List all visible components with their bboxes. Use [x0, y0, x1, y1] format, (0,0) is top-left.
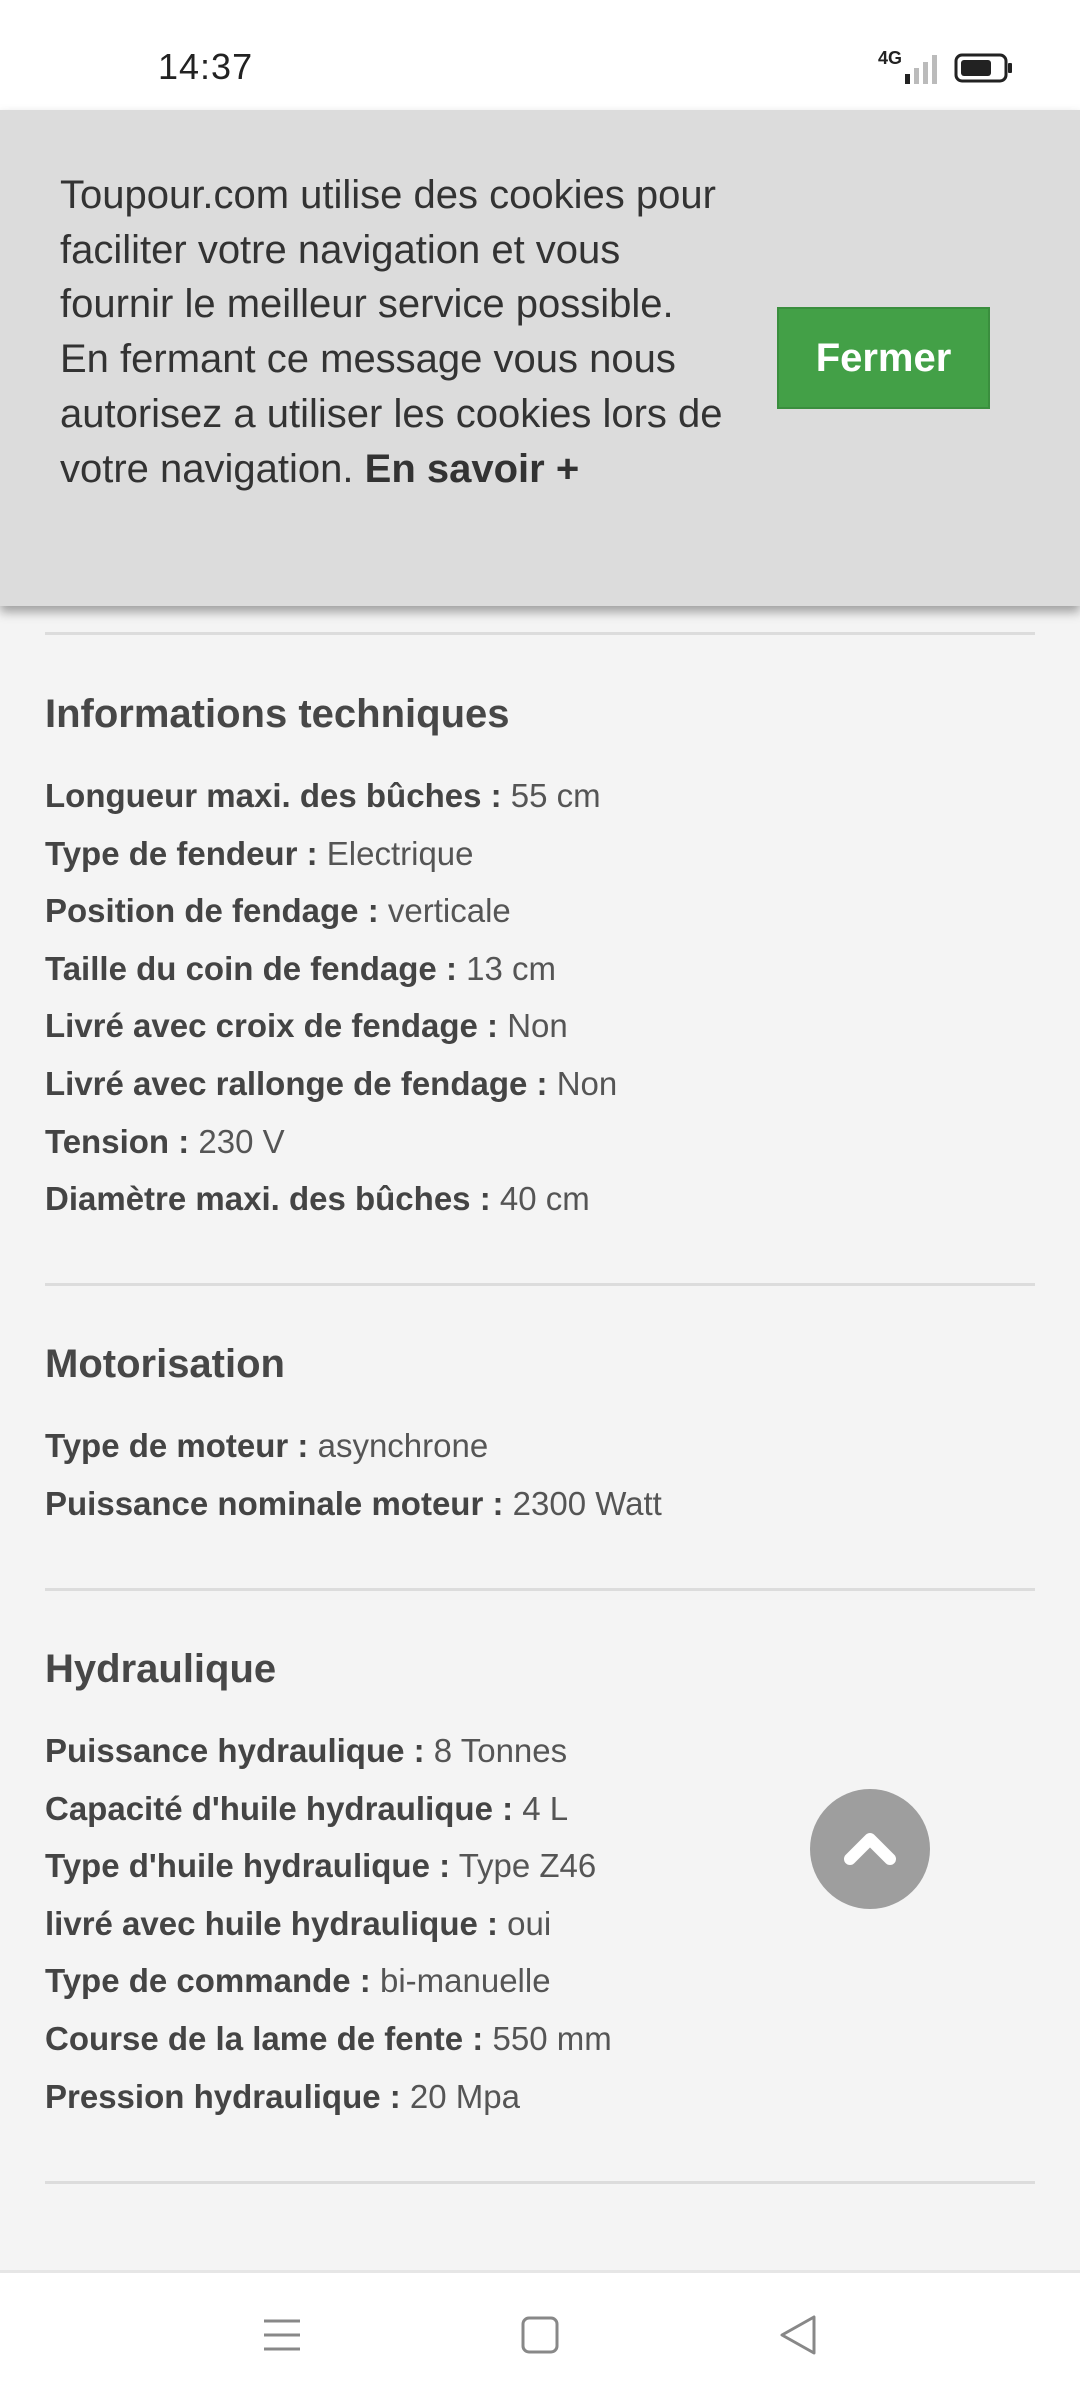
section-title-motorisation: Motorisation — [45, 1342, 285, 1386]
spec-value: 20 Mpa — [409, 2077, 520, 2115]
signal-icon — [904, 54, 938, 89]
status-bar: 14:37 4G — [0, 0, 1080, 110]
close-cookie-button[interactable]: Fermer — [777, 307, 990, 409]
cookie-text-line: Toupour.com utilise des cookies pour fac… — [60, 173, 716, 327]
spec-row: Tension : 230 V — [45, 1113, 617, 1171]
spec-value: asynchrone — [317, 1427, 489, 1464]
spec-value: Electrique — [326, 834, 474, 872]
back-triangle-icon[interactable] — [778, 2313, 818, 2362]
spec-row: Livré avec rallonge de fendage : Non — [45, 1055, 617, 1113]
spec-value: bi-manuelle — [379, 1962, 551, 2000]
spec-key: Livré avec croix de fendage : — [45, 1007, 499, 1045]
spec-key: Type de moteur : — [45, 1427, 309, 1464]
section-title-informations: Informations techniques — [45, 692, 510, 736]
spec-key: Livré avec rallonge de fendage : — [45, 1064, 548, 1102]
chevron-up-icon — [842, 1827, 898, 1872]
spec-key: livré avec huile hydraulique : — [45, 1904, 498, 1942]
divider — [45, 632, 1035, 635]
menu-icon[interactable] — [262, 2313, 302, 2362]
spec-value: 13 cm — [466, 949, 556, 987]
home-square-icon[interactable] — [520, 2313, 560, 2362]
spec-key: Puissance hydraulique : — [45, 1732, 425, 1769]
spec-value: 8 Tonnes — [433, 1732, 568, 1769]
spec-row: Type d'huile hydraulique : Type Z46 — [45, 1837, 612, 1895]
spec-value: Non — [556, 1064, 618, 1102]
learn-more-link[interactable]: En savoir + — [365, 447, 580, 491]
spec-key: Capacité d'huile hydraulique : — [45, 1789, 514, 1827]
system-nav-bar — [0, 2270, 1080, 2400]
spec-value: 230 V — [198, 1122, 285, 1160]
spec-list-motorisation: Type de moteur : asynchrone Puissance no… — [45, 1417, 662, 1532]
spec-row: Puissance hydraulique : 8 Tonnes — [45, 1722, 612, 1780]
network-type: 4G — [878, 48, 903, 68]
cookie-banner: Toupour.com utilise des cookies pour fac… — [0, 110, 1080, 606]
spec-value: 2300 Watt — [512, 1484, 662, 1522]
scroll-top-button[interactable] — [810, 1789, 930, 1909]
spec-row: Longueur maxi. des bûches : 55 cm — [45, 767, 617, 825]
spec-value: 550 mm — [492, 2019, 612, 2057]
spec-key: Tension : — [45, 1122, 190, 1160]
spec-key: Type de fendeur : — [45, 834, 318, 872]
status-time: 14:37 — [158, 46, 254, 87]
divider — [45, 1283, 1035, 1286]
spec-row: Type de moteur : asynchrone — [45, 1417, 662, 1475]
spec-row: livré avec huile hydraulique : oui — [45, 1895, 612, 1953]
spec-key: Type d'huile hydraulique : — [45, 1847, 451, 1885]
spec-value: Type Z46 — [458, 1847, 597, 1885]
spec-value: 4 L — [522, 1789, 569, 1827]
spec-key: Pression hydraulique : — [45, 2077, 401, 2115]
battery-icon — [954, 52, 1014, 89]
spec-row: Taille du coin de fendage : 13 cm — [45, 940, 617, 998]
spec-row: Livré avec croix de fendage : Non — [45, 997, 617, 1055]
spec-value: verticale — [387, 892, 511, 930]
spec-row: Diamètre maxi. des bûches : 40 cm — [45, 1170, 617, 1228]
section-title-hydraulique: Hydraulique — [45, 1647, 277, 1691]
spec-list-informations: Longueur maxi. des bûches : 55 cm Type d… — [45, 767, 617, 1228]
spec-row: Position de fendage : verticale — [45, 882, 617, 940]
spec-key: Puissance nominale moteur : — [45, 1484, 504, 1522]
spec-value: 55 cm — [510, 777, 601, 814]
spec-key: Diamètre maxi. des bûches : — [45, 1180, 491, 1218]
spec-row: Capacité d'huile hydraulique : 4 L — [45, 1780, 612, 1838]
divider — [45, 2181, 1035, 2184]
spec-value: 40 cm — [499, 1180, 590, 1218]
spec-row: Type de commande : bi-manuelle — [45, 1952, 612, 2010]
spec-value: Non — [507, 1007, 568, 1045]
spec-key: Position de fendage : — [45, 892, 379, 930]
spec-row: Puissance nominale moteur : 2300 Watt — [45, 1475, 662, 1533]
divider — [45, 1588, 1035, 1591]
cookie-message: Toupour.com utilise des cookies pour fac… — [60, 168, 740, 496]
spec-key: Taille du coin de fendage : — [45, 949, 457, 987]
spec-value: oui — [507, 1904, 552, 1942]
spec-key: Type de commande : — [45, 1962, 371, 2000]
spec-row: Pression hydraulique : 20 Mpa — [45, 2068, 612, 2126]
spec-key: Course de la lame de fente : — [45, 2019, 484, 2057]
spec-row: Type de fendeur : Electrique — [45, 825, 617, 883]
spec-row: Course de la lame de fente : 550 mm — [45, 2010, 612, 2068]
cookie-text-line: En fermant ce message vous nous autorise… — [60, 332, 740, 496]
spec-key: Longueur maxi. des bûches : — [45, 777, 502, 814]
spec-list-hydraulique: Puissance hydraulique : 8 Tonnes Capacit… — [45, 1722, 612, 2125]
